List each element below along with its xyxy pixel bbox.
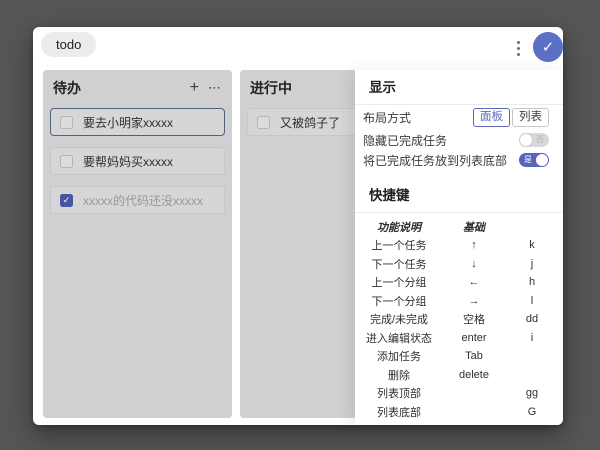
shortcut-name: 上一个任务 bbox=[357, 237, 441, 253]
shortcut-row: 上一个任务 ↑ k bbox=[357, 236, 557, 255]
shortcut-vim-key: k bbox=[507, 239, 557, 251]
shortcut-vim-key: dd bbox=[507, 313, 557, 325]
checkmark-icon: ✓ bbox=[542, 38, 555, 56]
shortcut-vim-key: i bbox=[507, 332, 557, 344]
header-function: 功能说明 bbox=[357, 219, 441, 235]
shortcut-name: 完成/未完成 bbox=[357, 311, 441, 327]
toggle-state-label: 否 bbox=[536, 133, 544, 147]
shortcuts-section-heading: 快捷键 bbox=[355, 171, 563, 213]
hide-completed-toggle[interactable]: 否 bbox=[519, 133, 549, 147]
layout-option-board[interactable]: 面板 bbox=[473, 108, 510, 127]
shortcut-basic-key: ↓ bbox=[441, 258, 507, 270]
toggle-state-label: 是 bbox=[524, 153, 532, 167]
column-header: 待办 + ⋯ bbox=[50, 76, 225, 108]
shortcut-name: 删除 bbox=[357, 367, 441, 383]
titlebar: todo ✓ bbox=[33, 27, 563, 70]
shortcut-vim-key: h bbox=[507, 276, 557, 288]
toggle-knob bbox=[520, 134, 532, 146]
kebab-menu-icon[interactable] bbox=[513, 38, 523, 58]
task-card[interactable]: ✓ xxxxx的代码还没xxxxx bbox=[50, 186, 225, 214]
completed-to-bottom-label: 将已完成任务放到列表底部 bbox=[363, 152, 519, 169]
shortcut-basic-key: ↑ bbox=[441, 239, 507, 251]
shortcut-row: 上一个分组 ← h bbox=[357, 273, 557, 292]
task-text: 又被鸽子了 bbox=[280, 114, 340, 131]
shortcuts-table: 功能说明 基础 开 上一个任务 ↑ k 下一个任务 ↓ j bbox=[355, 213, 563, 426]
shortcut-name: 上一个分组 bbox=[357, 274, 441, 290]
shortcut-name: 列表顶部 bbox=[357, 385, 441, 401]
layout-mode-label: 布局方式 bbox=[363, 109, 473, 126]
column-title: 待办 bbox=[53, 78, 190, 98]
toggle-knob bbox=[536, 154, 548, 166]
app-title: todo bbox=[41, 32, 96, 57]
shortcut-vim-key: G bbox=[507, 406, 557, 418]
checkbox-unchecked-icon[interactable] bbox=[257, 116, 270, 129]
shortcut-vim-key: gg bbox=[507, 387, 557, 399]
task-text: xxxxx的代码还没xxxxx bbox=[83, 192, 203, 209]
shortcut-basic-key: 空格 bbox=[441, 311, 507, 327]
more-options-icon[interactable]: ⋯ bbox=[208, 81, 222, 95]
shortcut-row: 进入编辑状态 enter i bbox=[357, 329, 557, 348]
shortcut-name: 下一个分组 bbox=[357, 293, 441, 309]
confirm-button[interactable]: ✓ bbox=[533, 32, 563, 62]
layout-option-list[interactable]: 列表 bbox=[512, 108, 549, 127]
shortcut-basic-key: → bbox=[441, 295, 507, 307]
toggle-knob bbox=[520, 228, 531, 239]
shortcut-basic-key: Tab bbox=[441, 350, 507, 362]
shortcut-basic-key: enter bbox=[441, 332, 507, 344]
shortcut-name: 进入编辑状态 bbox=[357, 330, 441, 346]
settings-panel: 显示 布局方式 面板 列表 隐藏已完成任务 否 将已完成任务放到列表底部 是 快… bbox=[355, 70, 563, 425]
shortcut-row: 列表顶部 gg bbox=[357, 384, 557, 403]
display-section-heading: 显示 bbox=[355, 70, 563, 105]
checkbox-checked-icon[interactable]: ✓ bbox=[60, 194, 73, 207]
task-card[interactable]: 要帮妈妈买xxxxx bbox=[50, 147, 225, 175]
shortcut-row: 完成/未完成 空格 dd bbox=[357, 310, 557, 329]
shortcut-name: 列表底部 bbox=[357, 404, 441, 420]
shortcut-row: 删除 delete bbox=[357, 366, 557, 385]
shortcut-row: 下一个任务 ↓ j bbox=[357, 255, 557, 274]
shortcut-name: 添加任务 bbox=[357, 348, 441, 364]
checkbox-unchecked-icon[interactable] bbox=[60, 116, 73, 129]
checkbox-unchecked-icon[interactable] bbox=[60, 155, 73, 168]
add-task-icon[interactable]: + bbox=[190, 81, 199, 95]
task-text: 要去小明家xxxxx bbox=[83, 114, 173, 131]
toggle-state-label: 开 bbox=[537, 227, 545, 240]
hide-completed-row: 隐藏已完成任务 否 bbox=[355, 130, 563, 150]
layout-mode-row: 布局方式 面板 列表 bbox=[355, 105, 563, 130]
shortcut-vim-key: l bbox=[507, 295, 557, 307]
task-card[interactable]: 要去小明家xxxxx bbox=[50, 108, 225, 136]
shortcut-name: 下一个任务 bbox=[357, 256, 441, 272]
task-text: 要帮妈妈买xxxxx bbox=[83, 153, 173, 170]
shortcut-basic-key: ← bbox=[441, 276, 507, 288]
shortcuts-table-header: 功能说明 基础 开 bbox=[357, 218, 557, 237]
shortcut-vim-key: j bbox=[507, 258, 557, 270]
hide-completed-label: 隐藏已完成任务 bbox=[363, 132, 519, 149]
completed-to-bottom-toggle[interactable]: 是 bbox=[519, 153, 549, 167]
app-window: todo ✓ 待办 + ⋯ 要去小明家xxxxx 要帮妈妈买xxxxx bbox=[33, 27, 563, 425]
header-basic: 基础 bbox=[441, 219, 507, 235]
shortcut-row: 列表底部 G bbox=[357, 403, 557, 422]
shortcut-row: 下一个分组 → l bbox=[357, 292, 557, 311]
layout-segmented-control: 面板 列表 bbox=[473, 108, 549, 127]
shortcut-basic-key: delete bbox=[441, 369, 507, 381]
shortcut-row: 添加任务 Tab bbox=[357, 347, 557, 366]
column-todo: 待办 + ⋯ 要去小明家xxxxx 要帮妈妈买xxxxx ✓ xxxxx的代码还… bbox=[43, 70, 232, 418]
completed-to-bottom-row: 将已完成任务放到列表底部 是 bbox=[355, 150, 563, 170]
